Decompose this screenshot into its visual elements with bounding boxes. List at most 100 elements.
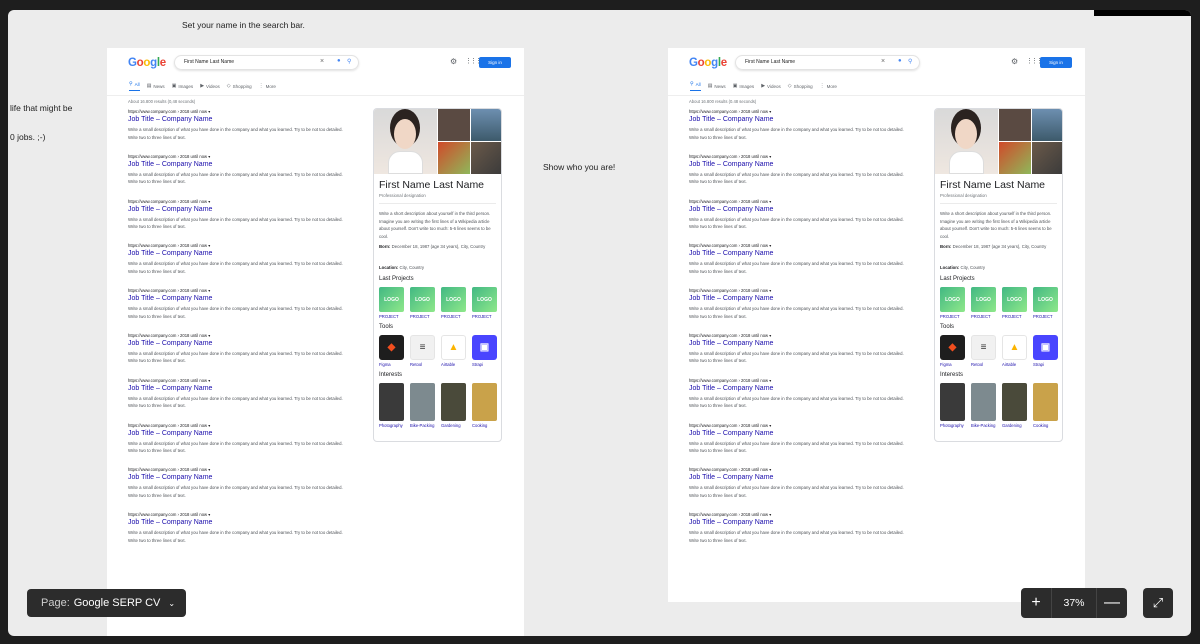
sign-in-button[interactable]: Sign in: [479, 57, 511, 68]
gear-icon[interactable]: ⚙: [1011, 57, 1018, 66]
tab-more[interactable]: ⋮ More: [259, 81, 276, 91]
project-item[interactable]: LOGO PROJECT: [379, 287, 404, 319]
fullscreen-button[interactable]: ⤢: [1143, 588, 1173, 618]
result-title-link[interactable]: Job Title – Company Name: [128, 340, 348, 347]
page-selector[interactable]: Page: Google SERP CV ⌄: [27, 589, 186, 617]
close-icon[interactable]: ×: [881, 58, 885, 65]
project-item[interactable]: LOGO PROJECT: [1002, 287, 1027, 319]
result-title-link[interactable]: Job Title – Company Name: [128, 385, 348, 392]
tool-item[interactable]: ◆ Figma: [379, 335, 404, 367]
result-url[interactable]: https://www.company.com › 2018 until now…: [128, 288, 348, 293]
zoom-level[interactable]: 37%: [1051, 588, 1097, 618]
gear-icon[interactable]: ⚙: [450, 57, 457, 66]
result-url[interactable]: https://www.company.com › 2018 until now…: [689, 512, 909, 517]
result-url[interactable]: https://www.company.com › 2018 until now…: [689, 333, 909, 338]
search-icon[interactable]: ⚲: [347, 58, 351, 65]
result-title-link[interactable]: Job Title – Company Name: [689, 250, 909, 257]
interest-item[interactable]: Cooking: [1033, 383, 1058, 428]
result-title-link[interactable]: Job Title – Company Name: [689, 385, 909, 392]
result-title-link[interactable]: Job Title – Company Name: [689, 116, 909, 123]
serp-frame-left[interactable]: Google First Name Last Name × ● ⚲ ⚙ ⋮⋮⋮ Sign in…: [107, 48, 524, 636]
tool-item[interactable]: ▣ Strapi: [1033, 335, 1058, 367]
result-url[interactable]: https://www.company.com › 2018 until now…: [128, 423, 348, 428]
interest-item[interactable]: Photography: [379, 383, 404, 428]
tab-all[interactable]: ⚲ All: [690, 81, 701, 91]
tab-all[interactable]: ⚲ All: [129, 81, 140, 91]
result-title-link[interactable]: Job Title – Company Name: [128, 430, 348, 437]
zoom-in-button[interactable]: +: [1021, 588, 1051, 618]
search-input[interactable]: First Name Last Name × ● ⚲: [735, 55, 920, 70]
result-title-link[interactable]: Job Title – Company Name: [689, 474, 909, 481]
result-url[interactable]: https://www.company.com › 2018 until now…: [128, 333, 348, 338]
tab-news[interactable]: ▤ News: [708, 81, 726, 91]
tab-shopping[interactable]: ◇ Shopping: [788, 81, 813, 91]
result-title-link[interactable]: Job Title – Company Name: [128, 116, 348, 123]
serp-frame-right[interactable]: Google First Name Last Name × ● ⚲ ⚙ ⋮⋮⋮ Sign in…: [668, 48, 1085, 602]
project-item[interactable]: LOGO PROJECT: [971, 287, 996, 319]
photo-collage[interactable]: [935, 109, 1062, 174]
result-title-link[interactable]: Job Title – Company Name: [128, 250, 348, 257]
apps-grid-icon[interactable]: ⋮⋮⋮: [1026, 57, 1043, 65]
search-icon[interactable]: ⚲: [908, 58, 912, 65]
interest-item[interactable]: Photography: [940, 383, 965, 428]
result-url[interactable]: https://www.company.com › 2018 until now…: [128, 154, 348, 159]
tool-item[interactable]: ◆ Figma: [940, 335, 965, 367]
tab-images[interactable]: ▣ Images: [733, 81, 755, 91]
tab-more[interactable]: ⋮ More: [820, 81, 837, 91]
result-title-link[interactable]: Job Title – Company Name: [128, 206, 348, 213]
result-url[interactable]: https://www.company.com › 2018 until now…: [689, 423, 909, 428]
result-title-link[interactable]: Job Title – Company Name: [128, 519, 348, 526]
tool-item[interactable]: ▣ Strapi: [472, 335, 497, 367]
result-title-link[interactable]: Job Title – Company Name: [689, 161, 909, 168]
tool-item[interactable]: ≡ Retool: [971, 335, 996, 367]
tool-item[interactable]: ≡ Retool: [410, 335, 435, 367]
mic-icon[interactable]: ●: [898, 58, 902, 64]
result-url[interactable]: https://www.company.com › 2018 until now…: [128, 109, 348, 114]
interest-item[interactable]: Gardening: [441, 383, 466, 428]
tab-news[interactable]: ▤ News: [147, 81, 165, 91]
result-url[interactable]: https://www.company.com › 2018 until now…: [689, 378, 909, 383]
zoom-out-button[interactable]: —: [1097, 588, 1127, 618]
tool-item[interactable]: ▲ Airtable: [1002, 335, 1027, 367]
result-url[interactable]: https://www.company.com › 2018 until now…: [128, 243, 348, 248]
interest-item[interactable]: Cooking: [472, 383, 497, 428]
result-url[interactable]: https://www.company.com › 2018 until now…: [128, 467, 348, 472]
result-url[interactable]: https://www.company.com › 2018 until now…: [689, 199, 909, 204]
result-title-link[interactable]: Job Title – Company Name: [689, 295, 909, 302]
result-title-link[interactable]: Job Title – Company Name: [128, 474, 348, 481]
project-item[interactable]: LOGO PROJECT: [1033, 287, 1058, 319]
result-url[interactable]: https://www.company.com › 2018 until now…: [689, 109, 909, 114]
design-canvas[interactable]: Set your name in the search bar. life th…: [8, 10, 1191, 636]
result-title-link[interactable]: Job Title – Company Name: [689, 206, 909, 213]
result-title-link[interactable]: Job Title – Company Name: [128, 161, 348, 168]
result-url[interactable]: https://www.company.com › 2018 until now…: [689, 467, 909, 472]
result-title-link[interactable]: Job Title – Company Name: [689, 430, 909, 437]
apps-grid-icon[interactable]: ⋮⋮⋮: [465, 57, 482, 65]
project-item[interactable]: LOGO PROJECT: [410, 287, 435, 319]
result-url[interactable]: https://www.company.com › 2018 until now…: [128, 512, 348, 517]
search-input[interactable]: First Name Last Name × ● ⚲: [174, 55, 359, 70]
tab-videos[interactable]: ▶ Videos: [761, 81, 781, 91]
result-title-link[interactable]: Job Title – Company Name: [689, 340, 909, 347]
project-item[interactable]: LOGO PROJECT: [441, 287, 466, 319]
result-url[interactable]: https://www.company.com › 2018 until now…: [128, 199, 348, 204]
tab-videos[interactable]: ▶ Videos: [200, 81, 220, 91]
result-url[interactable]: https://www.company.com › 2018 until now…: [689, 243, 909, 248]
result-url[interactable]: https://www.company.com › 2018 until now…: [128, 378, 348, 383]
close-icon[interactable]: ×: [320, 58, 324, 65]
sign-in-button[interactable]: Sign in: [1040, 57, 1072, 68]
google-logo[interactable]: Google: [689, 57, 727, 69]
interest-item[interactable]: Bike-Packing: [410, 383, 435, 428]
interest-item[interactable]: Gardening: [1002, 383, 1027, 428]
google-logo[interactable]: Google: [128, 57, 166, 69]
result-url[interactable]: https://www.company.com › 2018 until now…: [689, 154, 909, 159]
tab-shopping[interactable]: ◇ Shopping: [227, 81, 252, 91]
mic-icon[interactable]: ●: [337, 58, 341, 64]
result-url[interactable]: https://www.company.com › 2018 until now…: [689, 288, 909, 293]
result-title-link[interactable]: Job Title – Company Name: [128, 295, 348, 302]
photo-collage[interactable]: [374, 109, 501, 174]
tool-item[interactable]: ▲ Airtable: [441, 335, 466, 367]
tab-images[interactable]: ▣ Images: [172, 81, 194, 91]
project-item[interactable]: LOGO PROJECT: [940, 287, 965, 319]
interest-item[interactable]: Bike-Packing: [971, 383, 996, 428]
